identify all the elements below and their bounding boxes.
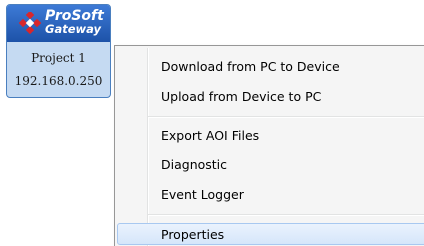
- brand-logo-text: ProSoft Gateway: [45, 9, 104, 36]
- menu-item-properties[interactable]: Properties: [117, 223, 424, 245]
- device-tile[interactable]: ProSoft Gateway Project 1 192.168.0.250: [6, 4, 111, 98]
- menu-item-event-logger[interactable]: Event Logger: [117, 183, 424, 205]
- prosoft-logo-icon: [19, 12, 41, 34]
- menu-separator: [148, 214, 424, 216]
- brand-name: ProSoft: [45, 8, 104, 24]
- context-menu: Download from PC to Device Upload from D…: [114, 45, 424, 246]
- menu-item-export-aoi[interactable]: Export AOI Files: [117, 124, 424, 146]
- menu-item-diagnostic[interactable]: Diagnostic: [117, 153, 424, 175]
- menu-item-download[interactable]: Download from PC to Device: [117, 55, 424, 77]
- device-name: Project 1: [31, 51, 86, 65]
- brand-product: Gateway: [45, 22, 102, 36]
- menu-separator: [148, 116, 424, 118]
- device-header: ProSoft Gateway: [7, 5, 110, 42]
- menu-item-upload[interactable]: Upload from Device to PC: [117, 85, 424, 107]
- device-ip-address: 192.168.0.250: [14, 74, 103, 88]
- menu-gutter-divider: [147, 48, 149, 246]
